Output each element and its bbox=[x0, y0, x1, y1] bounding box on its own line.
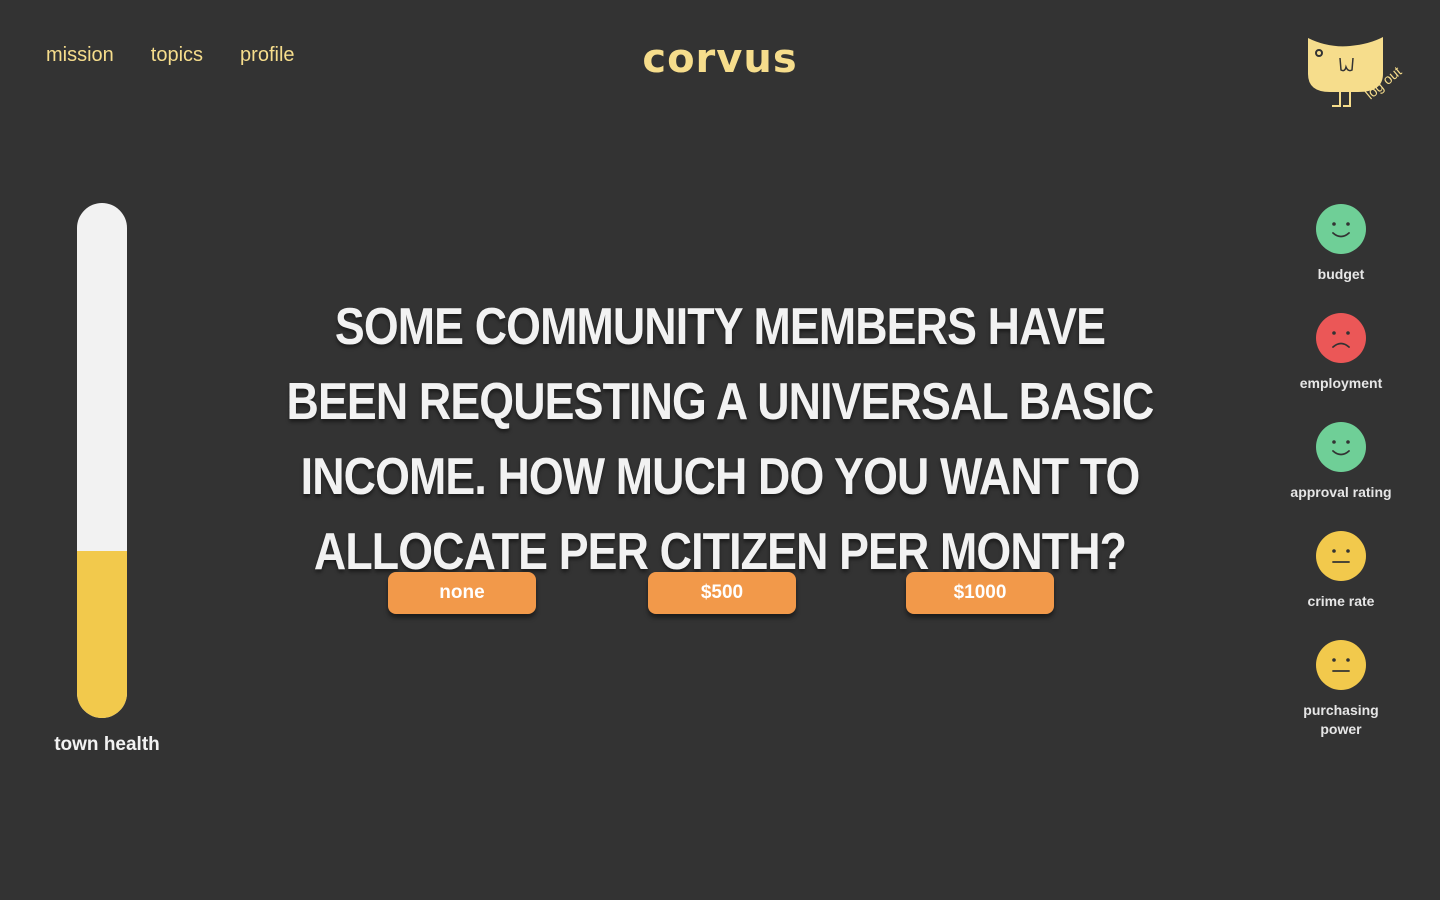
option-500-button[interactable]: $500 bbox=[648, 572, 796, 614]
option-none-button[interactable]: none bbox=[388, 572, 536, 614]
indicator-purchasing-power: purchasing power bbox=[1281, 639, 1401, 748]
indicator-crime-rate: crime rate bbox=[1281, 530, 1401, 639]
happy-face-icon bbox=[1316, 204, 1366, 254]
game-screen: mission topics profile corvus log out to… bbox=[0, 0, 1440, 900]
indicator-label: approval rating bbox=[1290, 484, 1392, 500]
indicator-label: purchasing power bbox=[1303, 702, 1379, 737]
stat-indicators: budget employment approval rating crime … bbox=[1281, 203, 1401, 748]
indicator-label: crime rate bbox=[1307, 593, 1375, 609]
neutral-face-icon bbox=[1316, 531, 1366, 581]
indicator-label: employment bbox=[1299, 375, 1383, 391]
option-1000-button[interactable]: $1000 bbox=[906, 572, 1054, 614]
happy-face-icon bbox=[1316, 422, 1366, 472]
brand-logo-text: corvus bbox=[642, 36, 798, 82]
neutral-face-icon bbox=[1316, 640, 1366, 690]
crow-mascot-icon[interactable] bbox=[1300, 34, 1420, 124]
indicator-label: budget bbox=[1317, 266, 1365, 282]
indicator-employment: employment bbox=[1281, 312, 1401, 421]
question-text: Some community members have been request… bbox=[286, 298, 1155, 581]
town-health-fill bbox=[77, 550, 127, 718]
sad-face-icon bbox=[1316, 313, 1366, 363]
indicator-approval-rating: approval rating bbox=[1281, 421, 1401, 530]
town-health-meter bbox=[77, 203, 127, 718]
town-health-label: town health bbox=[54, 734, 160, 755]
indicator-budget: budget bbox=[1281, 203, 1401, 312]
